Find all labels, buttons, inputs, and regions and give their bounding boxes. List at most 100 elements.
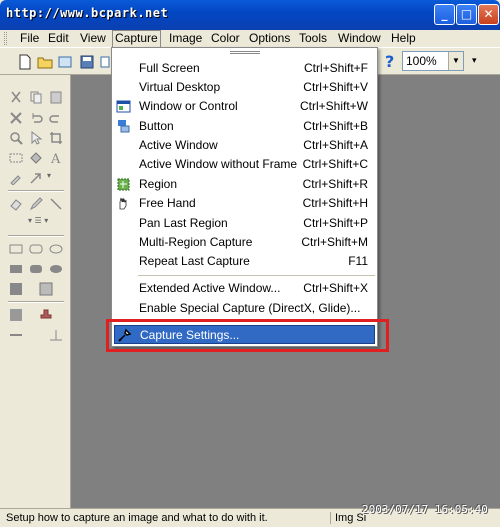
open-folder-icon[interactable] (37, 54, 53, 70)
menu-tearoff-grip[interactable] (230, 51, 260, 54)
maximize-button[interactable]: □ (456, 4, 477, 25)
menu-edit[interactable]: Edit (46, 31, 71, 46)
menu-window[interactable]: Window (336, 31, 383, 46)
stamp-icon[interactable] (39, 308, 53, 322)
menu-image-label: Image (169, 31, 203, 45)
window-title: http://www.bcpark.net (6, 6, 169, 20)
menu-item-full-screen[interactable]: Full Screen Ctrl+Shift+F (114, 59, 375, 78)
foreground-color-icon[interactable] (9, 308, 23, 322)
menu-file-label: File (20, 31, 40, 45)
menu-item-extended-active-window[interactable]: Extended Active Window... Ctrl+Shift+X (114, 279, 375, 298)
delete-icon[interactable] (9, 111, 23, 125)
menu-item-active-window[interactable]: Active Window Ctrl+Shift+A (114, 136, 375, 155)
menu-item-label: Pan Last Region (139, 216, 228, 230)
menu-options[interactable]: Options (247, 31, 292, 46)
browse-icon[interactable] (57, 54, 73, 70)
redo-icon[interactable] (49, 111, 63, 125)
menu-item-label: Virtual Desktop (139, 80, 221, 94)
paste-icon[interactable] (49, 90, 63, 104)
eraser-icon[interactable] (9, 197, 23, 211)
toolbar-overflow-icon[interactable]: ▾ (472, 56, 477, 66)
crop-icon[interactable] (49, 131, 63, 145)
menu-options-label: Options (249, 31, 291, 45)
menu-view[interactable]: View (78, 31, 108, 46)
menu-view-label: View (80, 31, 106, 45)
color-swatch-icon[interactable] (9, 282, 23, 296)
palette-icon[interactable] (39, 282, 53, 296)
menu-item-shortcut: Ctrl+Shift+P (303, 216, 368, 230)
filled-rounded-rectangle-icon[interactable] (29, 262, 43, 276)
line-tool-icon[interactable] (49, 197, 63, 211)
menu-window-label: Window (338, 31, 381, 45)
menu-item-button[interactable]: Button Ctrl+Shift+B (114, 117, 375, 136)
zoom-tool-icon[interactable] (9, 131, 23, 145)
menu-item-label: Free Hand (139, 196, 196, 210)
menubar-grip[interactable] (4, 32, 7, 45)
menu-item-shortcut: Ctrl+Shift+F (303, 61, 368, 75)
undo-icon[interactable] (29, 111, 43, 125)
menu-tools[interactable]: Tools (297, 31, 329, 46)
rectangle-icon[interactable] (9, 242, 23, 256)
copy-tool-icon[interactable] (29, 90, 43, 104)
pencil-icon[interactable] (29, 197, 43, 211)
line-style-icon[interactable] (9, 328, 23, 342)
help-icon[interactable]: ? (385, 52, 394, 71)
menu-item-region[interactable]: Region Ctrl+Shift+R (114, 175, 375, 194)
minimize-button[interactable]: _ (434, 4, 455, 25)
menu-item-shortcut: Ctrl+Shift+C (302, 157, 368, 171)
status-image-size: Img Si (330, 512, 366, 524)
menu-item-label: Repeat Last Capture (139, 254, 250, 268)
menu-file[interactable]: File (18, 31, 41, 46)
picker-icon[interactable] (9, 171, 23, 185)
tool-separator (8, 235, 64, 237)
menu-capture-label: Capture (115, 31, 158, 45)
button-icon (118, 120, 130, 133)
menu-item-pan-last-region[interactable]: Pan Last Region Ctrl+Shift+P (114, 214, 375, 233)
window-icon (116, 100, 131, 113)
menu-item-shortcut: Ctrl+Shift+X (303, 281, 368, 295)
zoom-value: 100% (406, 54, 437, 68)
menu-item-virtual-desktop[interactable]: Virtual Desktop Ctrl+Shift+V (114, 78, 375, 97)
menu-image[interactable]: Image (167, 31, 204, 46)
fill-icon[interactable] (29, 151, 43, 165)
menu-item-repeat-last-capture[interactable]: Repeat Last Capture F11 (114, 252, 375, 271)
rounded-rectangle-icon[interactable] (29, 242, 43, 256)
menu-color-label: Color (211, 31, 240, 45)
rectangle-select-icon[interactable] (9, 151, 23, 165)
filled-ellipse-icon[interactable] (49, 262, 63, 276)
menu-item-label: Multi-Region Capture (139, 235, 253, 249)
menu-separator (138, 275, 375, 276)
menu-help-label: Help (391, 31, 416, 45)
capture-menu: Full Screen Ctrl+Shift+F Virtual Desktop… (111, 47, 378, 347)
menu-item-label: Enable Special Capture (DirectX, Glide).… (139, 301, 361, 315)
menu-item-shortcut: Ctrl+Shift+A (303, 138, 368, 152)
menu-color[interactable]: Color (209, 31, 242, 46)
pointer-icon[interactable] (29, 131, 43, 145)
menu-item-window-or-control[interactable]: Window or Control Ctrl+Shift+W (114, 97, 375, 116)
arrow-tool-icon[interactable] (29, 171, 43, 185)
arrow-style-icon[interactable] (49, 328, 63, 342)
ellipse-icon[interactable] (49, 242, 63, 256)
menu-item-multi-region-capture[interactable]: Multi-Region Capture Ctrl+Shift+M (114, 233, 375, 252)
dropdown-arrow-icon[interactable]: ▾ (47, 171, 51, 180)
cut-icon[interactable] (9, 90, 23, 104)
title-bar[interactable]: http://www.bcpark.net _ □ ✕ (0, 0, 500, 30)
tool-panel: A ▾ ▾ ☰ ▾ (0, 75, 71, 508)
close-button[interactable]: ✕ (478, 4, 499, 25)
chevron-down-icon[interactable]: ▼ (448, 52, 463, 70)
menu-item-active-window-without-frame[interactable]: Active Window without Frame Ctrl+Shift+C (114, 155, 375, 174)
filled-rectangle-icon[interactable] (9, 262, 23, 276)
menu-item-free-hand[interactable]: Free Hand Ctrl+Shift+H (114, 194, 375, 213)
menu-item-enable-special-capture[interactable]: Enable Special Capture (DirectX, Glide).… (114, 299, 375, 318)
save-icon[interactable] (79, 54, 95, 70)
menu-help[interactable]: Help (389, 31, 418, 46)
zoom-select[interactable]: 100% ▼ (402, 51, 464, 71)
menu-item-shortcut: Ctrl+Shift+R (302, 177, 368, 191)
menu-item-label: Active Window (139, 138, 218, 152)
line-width-dropdown-icon[interactable]: ▾ ☰ ▾ (28, 216, 48, 225)
status-hint: Setup how to capture an image and what t… (6, 512, 268, 524)
new-file-icon[interactable] (17, 54, 33, 70)
menu-capture[interactable]: Capture (112, 30, 161, 47)
text-tool-icon[interactable]: A (49, 151, 63, 165)
menu-item-shortcut: Ctrl+Shift+W (299, 99, 368, 113)
